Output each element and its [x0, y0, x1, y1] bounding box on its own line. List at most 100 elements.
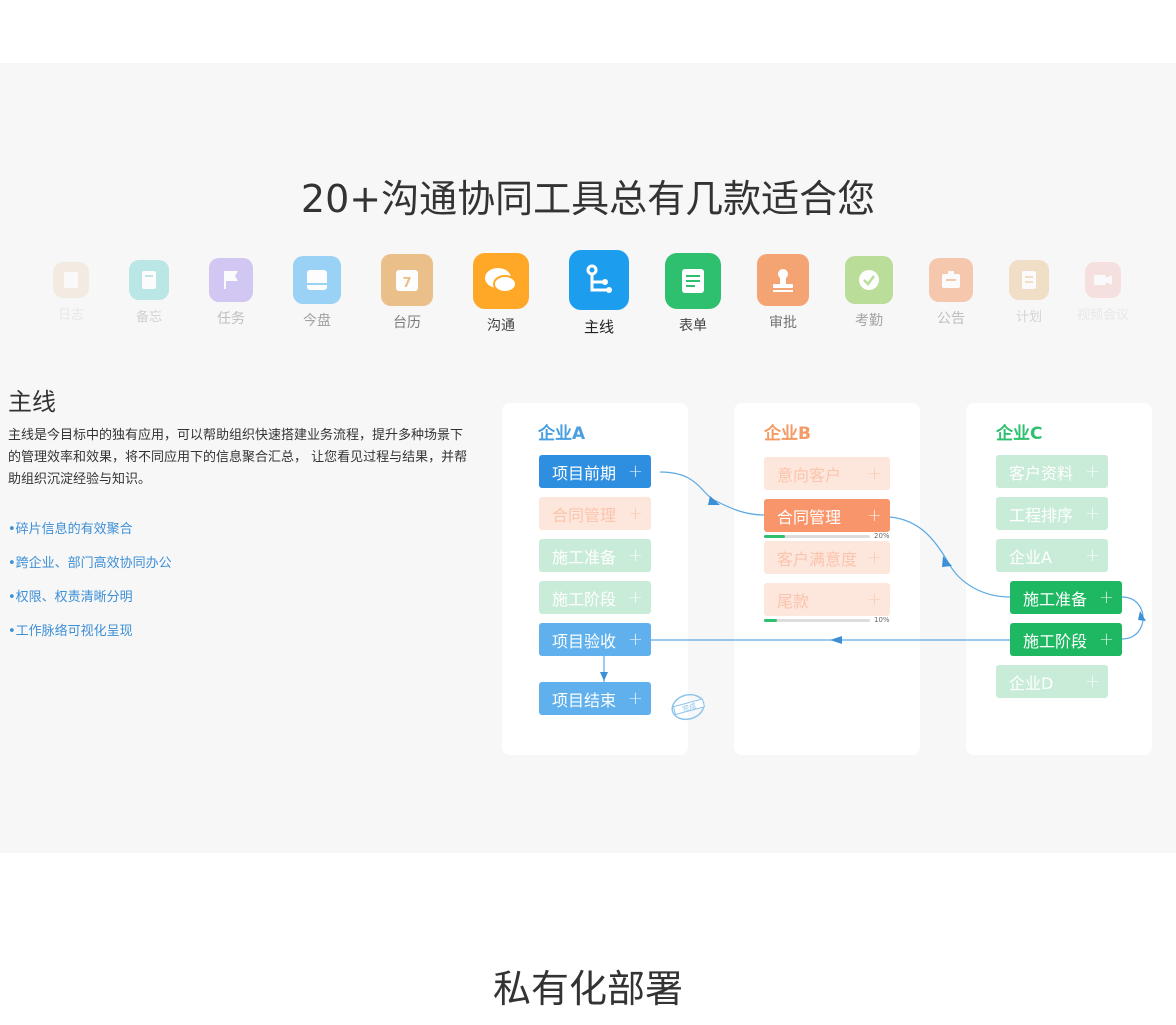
node-label: 意向客户 — [777, 465, 842, 485]
calendar-icon: 7 — [381, 254, 433, 306]
app-item-task[interactable]: 任务 — [208, 258, 254, 328]
company-title-b: 企业B — [764, 424, 811, 444]
flow-node-c-2[interactable]: 工程排序 + — [996, 497, 1108, 530]
app-label: 日志 — [57, 308, 84, 323]
section-title: 20+沟通协同工具总有几款适合您 — [300, 177, 876, 221]
node-label: 施工准备 — [1023, 589, 1088, 609]
feature-bullet[interactable]: •权限、权责清晰分明 — [8, 588, 172, 622]
add-icon[interactable]: + — [1085, 671, 1100, 692]
flow-node-b-4[interactable]: 尾款 + — [764, 583, 890, 616]
add-icon[interactable]: + — [1085, 503, 1100, 524]
flow-node-c-5[interactable]: 施工阶段 + — [1010, 623, 1122, 656]
drive-icon — [293, 256, 341, 304]
stamp-text: 完成 — [681, 701, 697, 713]
svg-text:7: 7 — [402, 276, 411, 291]
app-label: 视频会议 — [1076, 308, 1129, 323]
feature-bullet-list: •碎片信息的有效聚合 •跨企业、部门高效协同办公 •权限、权责清晰分明 •工作脉… — [8, 520, 172, 656]
stamp-icon — [757, 254, 809, 306]
node-label: 施工准备 — [552, 547, 617, 567]
notice-icon — [929, 258, 973, 302]
node-label: 尾款 — [777, 591, 810, 611]
app-label: 公告 — [937, 311, 965, 327]
flow-node-c-6[interactable]: 企业D + — [996, 665, 1108, 698]
app-label: 任务 — [217, 311, 245, 327]
node-label: 项目验收 — [552, 631, 617, 651]
app-label: 计划 — [1015, 310, 1042, 325]
add-icon[interactable]: + — [1085, 545, 1100, 566]
flow-node-a-3[interactable]: 施工准备 + — [539, 539, 651, 572]
add-icon[interactable]: + — [1099, 587, 1114, 608]
progress-fill — [764, 619, 777, 622]
progress-label: 20% — [874, 532, 890, 540]
app-item-chat[interactable]: 沟通 — [472, 253, 530, 335]
app-item-attendance[interactable]: 考勤 — [844, 256, 894, 330]
app-item-video[interactable]: 视频会议 — [1074, 262, 1132, 323]
feature-title: 主线 — [8, 388, 56, 416]
app-item-approval[interactable]: 审批 — [756, 254, 810, 332]
app-label: 今盘 — [303, 313, 331, 329]
progress-bar-b-1 — [764, 535, 870, 538]
chat-icon — [473, 253, 529, 309]
completed-stamp-icon: 完成 — [671, 693, 706, 721]
company-card-b — [734, 403, 920, 755]
flow-node-c-4[interactable]: 施工准备 + — [1010, 581, 1122, 614]
add-icon[interactable]: + — [867, 589, 882, 610]
node-label: 企业D — [1009, 673, 1054, 693]
app-item-form[interactable]: 表单 — [664, 253, 722, 335]
app-label: 考勤 — [855, 313, 883, 329]
flow-node-b-3[interactable]: 客户满意度 + — [764, 541, 890, 574]
flow-node-a-5[interactable]: 项目验收 + — [539, 623, 651, 656]
add-icon[interactable]: + — [867, 505, 882, 526]
node-label: 项目结束 — [552, 690, 617, 710]
app-label: 主线 — [583, 318, 614, 336]
company-title-c: 企业C — [996, 424, 1043, 444]
feature-bullet[interactable]: •碎片信息的有效聚合 — [8, 520, 172, 554]
plan-icon — [1009, 260, 1049, 300]
app-item-drive[interactable]: 今盘 — [292, 256, 342, 330]
add-icon[interactable]: + — [628, 629, 643, 650]
add-icon[interactable]: + — [867, 547, 882, 568]
add-icon[interactable]: + — [628, 503, 643, 524]
app-item-plan[interactable]: 计划 — [1008, 260, 1050, 325]
node-label: 工程排序 — [1009, 505, 1074, 525]
flow-node-c-1[interactable]: 客户资料 + — [996, 455, 1108, 488]
app-label: 沟通 — [487, 318, 515, 334]
add-icon[interactable]: + — [867, 463, 882, 484]
flow-node-b-2[interactable]: 合同管理 + — [764, 499, 890, 532]
flow-node-a-6[interactable]: 项目结束 + — [539, 682, 651, 715]
app-label: 表单 — [679, 318, 707, 334]
app-item-calendar[interactable]: 7 台历 — [380, 254, 434, 332]
add-icon[interactable]: + — [628, 461, 643, 482]
flow-node-a-1[interactable]: 项目前期 + — [539, 455, 651, 488]
app-item-log[interactable]: 日志 — [52, 262, 90, 323]
node-label: 合同管理 — [777, 507, 842, 527]
company-title-a: 企业A — [538, 424, 586, 444]
flow-node-c-3[interactable]: 企业A + — [996, 539, 1108, 572]
progress-label: 10% — [874, 616, 890, 624]
add-icon[interactable]: + — [628, 587, 643, 608]
app-item-memo[interactable]: 备忘 — [128, 260, 170, 325]
node-label: 客户满意度 — [777, 549, 858, 569]
node-label: 合同管理 — [552, 505, 617, 525]
app-item-mainline[interactable]: 主线 — [568, 250, 630, 337]
check-icon — [845, 256, 893, 304]
progress-bar-b-2 — [764, 619, 870, 622]
add-icon[interactable]: + — [628, 545, 643, 566]
node-label: 企业A — [1009, 547, 1052, 567]
app-label: 审批 — [769, 315, 797, 331]
app-item-notice[interactable]: 公告 — [928, 258, 974, 328]
feature-bullet[interactable]: •工作脉络可视化呈现 — [8, 622, 172, 656]
add-icon[interactable]: + — [628, 688, 643, 709]
add-icon[interactable]: + — [1085, 461, 1100, 482]
app-label: 备忘 — [135, 310, 162, 325]
node-label: 施工阶段 — [1023, 631, 1088, 651]
progress-fill — [764, 535, 785, 538]
flow-node-a-2[interactable]: 合同管理 + — [539, 497, 651, 530]
video-icon — [1085, 262, 1121, 298]
app-label: 台历 — [393, 315, 421, 331]
flow-node-a-4[interactable]: 施工阶段 + — [539, 581, 651, 614]
feature-bullet[interactable]: •跨企业、部门高效协同办公 — [8, 554, 172, 588]
flow-node-b-1[interactable]: 意向客户 + — [764, 457, 890, 490]
node-label: 客户资料 — [1009, 463, 1074, 483]
add-icon[interactable]: + — [1099, 629, 1114, 650]
